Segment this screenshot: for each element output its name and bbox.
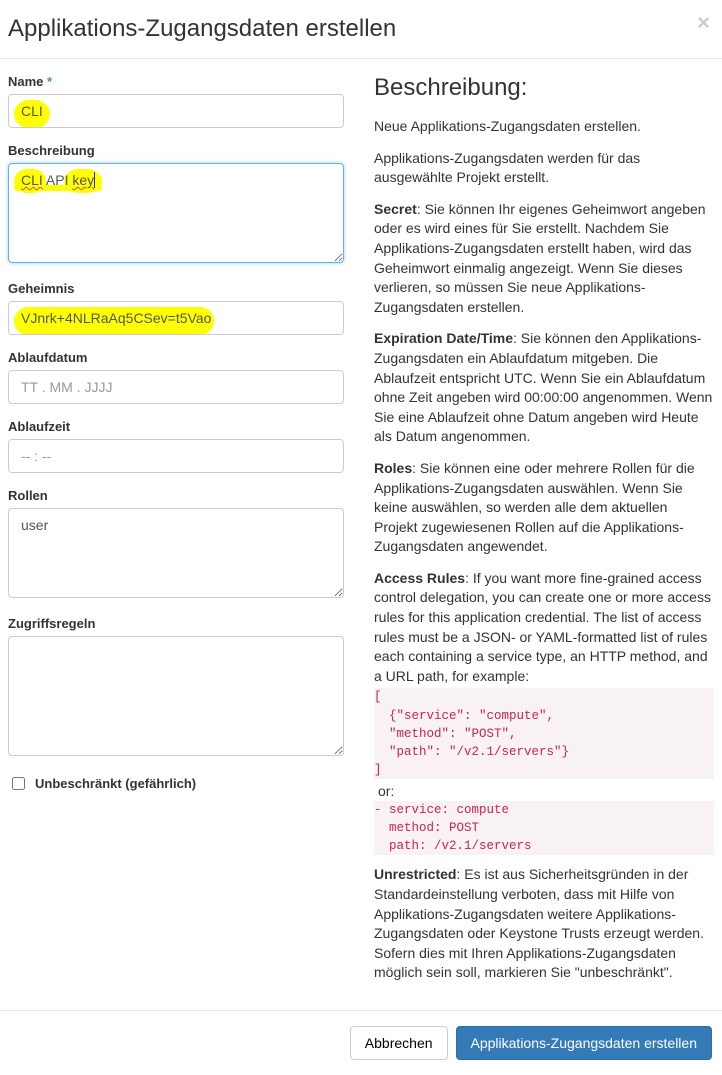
modal-title: Applikations-Zugangsdaten erstellen — [8, 15, 707, 43]
expiration-time-input[interactable] — [8, 439, 344, 473]
form-column: Name * Beschreibung CLI API key Geheimni… — [8, 74, 344, 995]
modal-footer: Abbrechen Applikations-Zugangsdaten erst… — [0, 1010, 722, 1075]
expiration-time-group: Ablaufzeit — [8, 419, 344, 473]
access-rules-label: Zugriffsregeln — [8, 616, 344, 631]
help-p4: Expiration Date/Time: Sie können den App… — [374, 329, 714, 447]
name-group: Name * — [8, 74, 344, 128]
submit-button[interactable]: Applikations-Zugangsdaten erstellen — [456, 1026, 712, 1060]
help-p1: Neue Applikations-Zugangsdaten erstellen… — [374, 117, 714, 137]
help-or: or: — [378, 783, 714, 799]
close-button[interactable]: × — [697, 12, 710, 34]
modal-header: Applikations-Zugangsdaten erstellen × — [0, 0, 722, 59]
secret-group: Geheimnis — [8, 281, 344, 335]
help-heading: Beschreibung: — [374, 74, 714, 102]
description-group: Beschreibung CLI API key — [8, 143, 344, 266]
unrestricted-label: Unbeschränkt (gefährlich) — [35, 776, 196, 791]
name-label: Name * — [8, 74, 344, 89]
expiration-date-group: Ablaufdatum — [8, 350, 344, 404]
secret-label: Geheimnis — [8, 281, 344, 296]
description-label: Beschreibung — [8, 143, 344, 158]
cancel-button[interactable]: Abbrechen — [350, 1026, 448, 1060]
help-p6: Access Rules: If you want more fine-grai… — [374, 569, 714, 687]
modal-dialog: Applikations-Zugangsdaten erstellen × Na… — [0, 0, 722, 1075]
required-star-icon: * — [47, 74, 52, 89]
name-input[interactable] — [8, 94, 344, 128]
help-column: Beschreibung: Neue Applikations-Zugangsd… — [374, 74, 714, 995]
expiration-date-input[interactable] — [8, 370, 344, 404]
help-code-yaml: - service: compute method: POST path: /v… — [374, 801, 714, 855]
unrestricted-checkbox[interactable] — [12, 777, 25, 790]
help-code-json: [ {"service": "compute", "method": "POST… — [374, 688, 714, 779]
modal-body: Name * Beschreibung CLI API key Geheimni… — [0, 59, 722, 1010]
expiration-time-label: Ablaufzeit — [8, 419, 344, 434]
roles-input[interactable] — [8, 508, 344, 598]
help-p7: Unrestricted: Es ist aus Sicherheitsgrün… — [374, 865, 714, 983]
roles-group: Rollen — [8, 488, 344, 601]
help-p3: Secret: Sie können Ihr eigenes Geheimwor… — [374, 200, 714, 318]
help-p5: Roles: Sie können eine oder mehrere Roll… — [374, 459, 714, 557]
secret-input[interactable] — [8, 301, 344, 335]
help-p2: Applikations-Zugangsdaten werden für das… — [374, 149, 714, 188]
access-rules-group: Zugriffsregeln — [8, 616, 344, 759]
roles-label: Rollen — [8, 488, 344, 503]
unrestricted-group: Unbeschränkt (gefährlich) — [8, 774, 344, 793]
description-input[interactable]: CLI API key — [8, 163, 344, 263]
access-rules-input[interactable] — [8, 636, 344, 756]
expiration-date-label: Ablaufdatum — [8, 350, 344, 365]
